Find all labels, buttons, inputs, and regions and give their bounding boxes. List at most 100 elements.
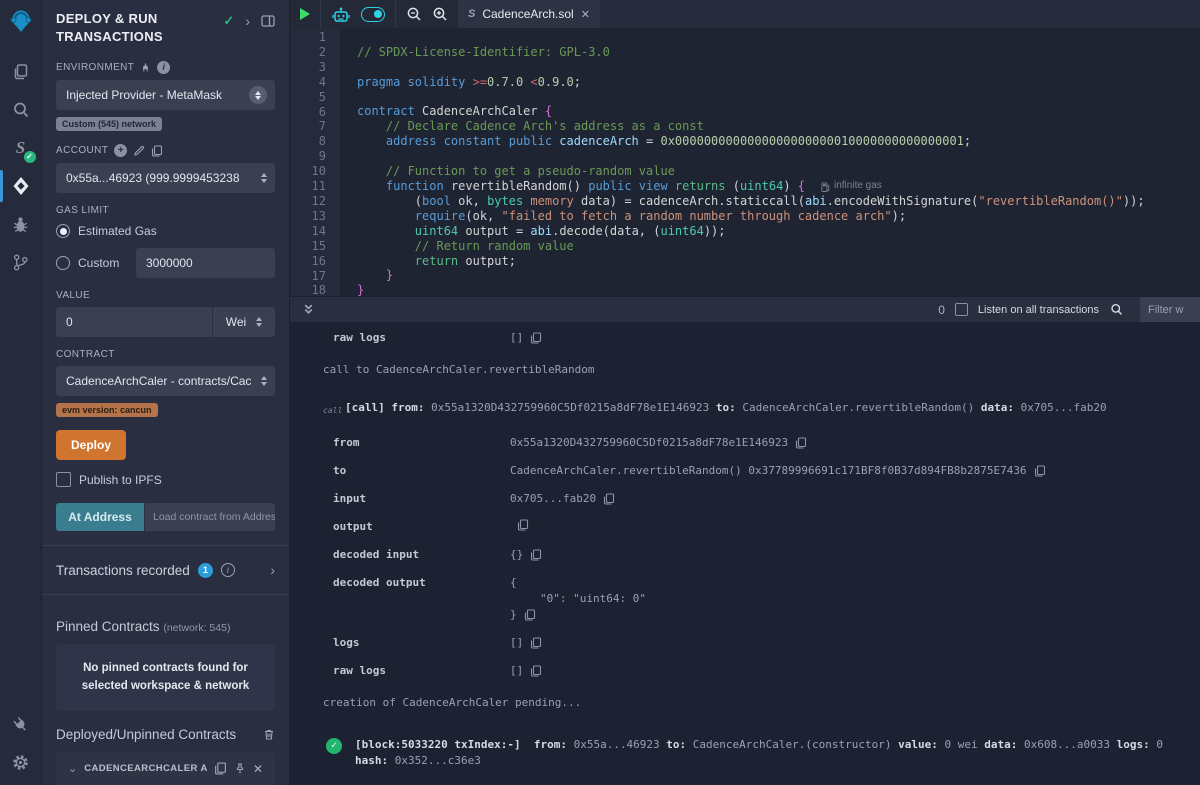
- estimated-gas-radio[interactable]: Estimated Gas: [56, 224, 275, 238]
- line-number: 6: [290, 105, 340, 120]
- terminal-call-row[interactable]: call[call] from: 0x55a1320D432759960C5Df…: [323, 400, 1200, 419]
- value-input[interactable]: 0: [56, 307, 212, 337]
- contract-select[interactable]: CadenceArchCaler - contracts/Cac: [56, 366, 275, 396]
- copy-icon[interactable]: [530, 637, 542, 649]
- line-number: 3: [290, 60, 340, 75]
- code-line: uint64 output = abi.decode(data, (uint64…: [357, 224, 1145, 239]
- remix-ide: S ✓ DEPLOY & RUN TRANSACTIONS ✓ ›: [0, 0, 1200, 785]
- at-address-button[interactable]: At Address: [56, 503, 144, 531]
- terminal-value: 0x55a1320D432759960C5Df0215a8dF78e1E1469…: [510, 435, 807, 451]
- copy-icon[interactable]: [530, 332, 542, 344]
- line-number: 9: [290, 149, 340, 164]
- environment-label: ENVIRONMENT: [56, 62, 134, 73]
- value-label: VALUE: [56, 290, 90, 301]
- code-line: }: [357, 268, 1145, 283]
- terminal-key: raw logs: [333, 330, 510, 346]
- line-number: 10: [290, 164, 340, 179]
- value-unit-select[interactable]: Wei: [213, 307, 275, 337]
- publish-ipfs-checkbox[interactable]: Publish to IPFS: [56, 472, 275, 487]
- debugger-icon[interactable]: [0, 205, 42, 243]
- code-line: [357, 30, 1145, 45]
- copilot-toggle[interactable]: [361, 7, 385, 22]
- no-pinned-message: No pinned contracts found for selected w…: [56, 644, 275, 711]
- code-line: [357, 90, 1145, 105]
- clear-contracts-trash-icon[interactable]: [263, 728, 275, 741]
- add-account-icon[interactable]: +: [114, 144, 127, 157]
- environment-info-icon[interactable]: i: [157, 61, 170, 74]
- terminal-key: decoded output: [333, 575, 510, 591]
- deploy-button[interactable]: Deploy: [56, 430, 126, 460]
- line-number-gutter: 123456789101112131415161718: [290, 28, 340, 296]
- terminal[interactable]: raw logs[]call to CadenceArchCaler.rever…: [290, 322, 1200, 785]
- remix-logo[interactable]: [8, 8, 34, 39]
- call-badge: call: [323, 403, 345, 419]
- terminal-kv-row: toCadenceArchCaler.revertibleRandom() 0x…: [290, 463, 1200, 479]
- custom-gas-radio[interactable]: Custom: [56, 256, 128, 270]
- copy-icon[interactable]: [517, 519, 529, 531]
- pin-contract-icon[interactable]: [234, 762, 246, 775]
- line-number: 14: [290, 224, 340, 239]
- environment-select[interactable]: Injected Provider - MetaMask: [56, 80, 275, 110]
- code-line: // Declare Cadence Arch's address as a c…: [357, 119, 1145, 134]
- copy-icon[interactable]: [603, 493, 615, 505]
- search-icon[interactable]: [0, 91, 42, 129]
- terminal-key: to: [333, 463, 510, 479]
- terminal-kv-row: decoded output{"0": "uint64: 0"}: [290, 575, 1200, 623]
- code-editor[interactable]: 123456789101112131415161718 // SPDX-Lice…: [290, 28, 1200, 296]
- sign-message-icon[interactable]: [133, 145, 145, 157]
- close-tab-icon[interactable]: ✕: [581, 8, 590, 21]
- transactions-info-icon[interactable]: i: [221, 563, 235, 577]
- listen-label: Listen on all transactions: [978, 304, 1099, 316]
- run-script-icon[interactable]: [300, 8, 310, 20]
- collapse-contract-icon[interactable]: ⌄: [68, 762, 77, 775]
- copy-account-icon[interactable]: [151, 145, 163, 157]
- filter-input[interactable]: Filter w: [1140, 297, 1200, 323]
- terminal-log-text: creation of CadenceArchCaler pending...: [323, 695, 1200, 711]
- zoom-out-icon[interactable]: [406, 6, 422, 22]
- fork-state-icon[interactable]: [140, 62, 151, 73]
- evm-version-badge: evm version: cancun: [56, 403, 158, 417]
- copy-icon[interactable]: [524, 609, 536, 621]
- terminal-value: {"0": "uint64: 0"}: [510, 575, 646, 623]
- pinned-contracts-title: Pinned Contracts (network: 545): [56, 619, 275, 634]
- collapse-terminal-icon[interactable]: [302, 303, 315, 316]
- terminal-value: {}: [510, 547, 542, 563]
- transactions-recorded-row[interactable]: Transactions recorded 1 i ›: [42, 546, 289, 594]
- compile-success-badge: ✓: [24, 151, 36, 163]
- zoom-in-icon[interactable]: [432, 6, 448, 22]
- tab-cadencearch-sol[interactable]: S CadenceArch.sol ✕: [458, 0, 600, 28]
- account-select[interactable]: 0x55a...46923 (999.9999453238: [56, 163, 275, 193]
- custom-gas-input[interactable]: 3000000: [136, 248, 275, 278]
- terminal-key: logs: [333, 635, 510, 651]
- copy-icon[interactable]: [530, 549, 542, 561]
- copy-icon[interactable]: [795, 437, 807, 449]
- panel-forward-icon[interactable]: ›: [245, 13, 250, 29]
- terminal-search-icon[interactable]: [1109, 302, 1124, 317]
- code-line: return output;: [357, 254, 1145, 269]
- ai-copilot-icon[interactable]: [331, 6, 351, 23]
- panel-layout-icon[interactable]: [261, 14, 275, 28]
- account-label: ACCOUNT: [56, 145, 108, 156]
- deployed-contract-card: ⌄ CADENCEARCHCALER AT 0) ✕ Balance: 0 ET…: [56, 752, 275, 785]
- at-address-input[interactable]: Load contract from Addres: [145, 503, 275, 531]
- solidity-compiler-icon[interactable]: S ✓: [0, 129, 42, 167]
- listen-checkbox[interactable]: [955, 303, 968, 316]
- terminal-kv-row: output: [290, 519, 1200, 535]
- remove-contract-icon[interactable]: ✕: [253, 762, 263, 776]
- deploy-run-icon[interactable]: [0, 167, 42, 205]
- plugin-manager-icon[interactable]: [0, 705, 42, 743]
- copy-icon[interactable]: [1034, 465, 1046, 477]
- source-control-icon[interactable]: [0, 243, 42, 281]
- code-line: function revertibleRandom() public view …: [357, 179, 1145, 194]
- copy-address-icon[interactable]: [214, 762, 227, 775]
- terminal-value: []: [510, 330, 542, 346]
- code-line: // Function to get a pseudo-random value: [357, 164, 1145, 179]
- code-line: require(ok, "failed to fetch a random nu…: [357, 209, 1145, 224]
- transactions-expand-icon[interactable]: ›: [270, 562, 275, 578]
- line-number: 11: [290, 179, 340, 194]
- file-explorer-icon[interactable]: [0, 53, 42, 91]
- line-number: 1: [290, 30, 340, 45]
- settings-icon[interactable]: [0, 743, 42, 781]
- terminal-success-row[interactable]: ✓[block:5033220 txIndex:-] from: 0x55a..…: [326, 737, 1200, 769]
- copy-icon[interactable]: [530, 665, 542, 677]
